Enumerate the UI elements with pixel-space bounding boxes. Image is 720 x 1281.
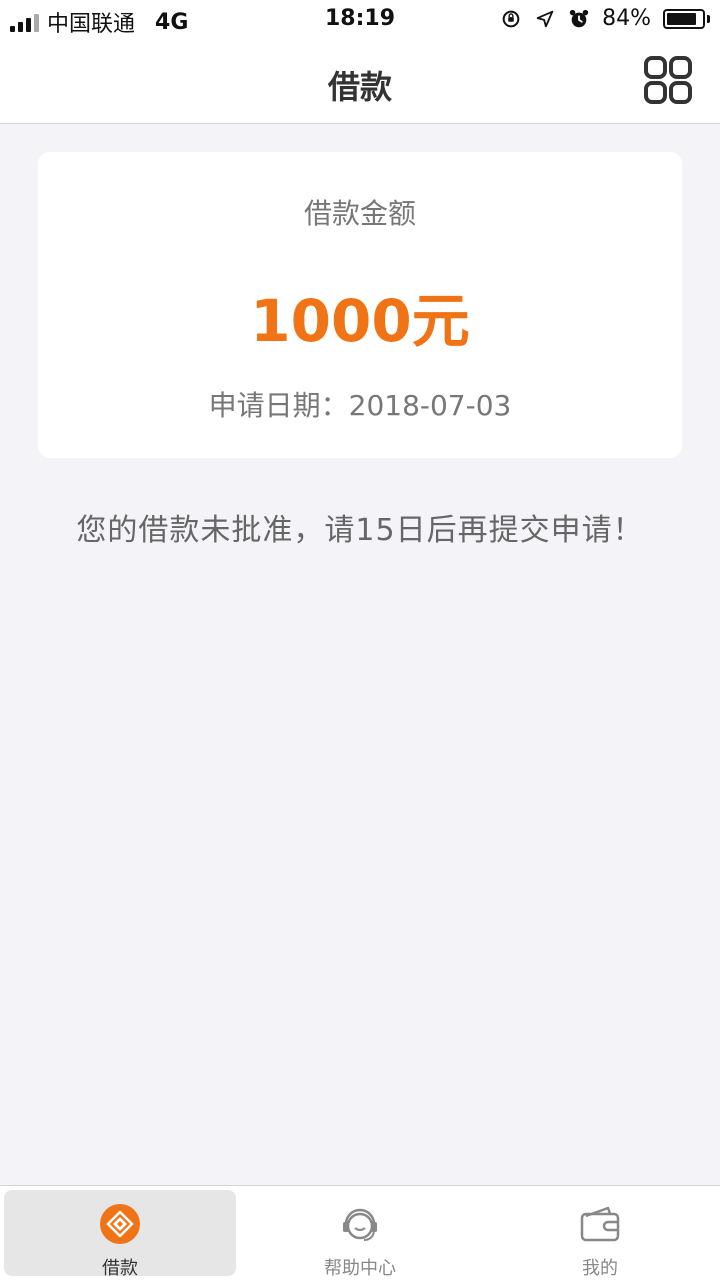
page-title: 借款 bbox=[327, 68, 392, 106]
tab-mine-label: 我的 bbox=[582, 1258, 618, 1279]
tab-help-center[interactable]: 帮助中心 bbox=[244, 1190, 476, 1279]
loan-amount-value: 1000元 bbox=[250, 287, 470, 355]
loan-card: 借款金额 1000元 申请日期：2018-07-03 bbox=[38, 152, 682, 458]
grid-menu-icon[interactable] bbox=[644, 56, 692, 104]
tab-loan[interactable]: 借款 bbox=[4, 1190, 236, 1279]
battery-icon bbox=[663, 8, 710, 29]
loan-icon bbox=[100, 1204, 140, 1244]
alarm-icon bbox=[569, 9, 589, 27]
tab-loan-label: 借款 bbox=[102, 1258, 138, 1279]
nav-bar: 借款 bbox=[0, 40, 720, 124]
status-right: 84% bbox=[500, 6, 710, 31]
location-icon bbox=[536, 10, 554, 27]
battery-percent: 84% bbox=[602, 6, 651, 31]
tab-bar: 借款 帮助中心 我的 bbox=[0, 1185, 720, 1281]
tab-mine[interactable]: 我的 bbox=[484, 1190, 716, 1279]
application-date: 申请日期：2018-07-03 bbox=[208, 389, 512, 422]
wallet-icon bbox=[580, 1206, 620, 1242]
status-bar: 中国联通 4G 18:19 84% bbox=[0, 0, 720, 40]
rotation-lock-icon bbox=[502, 10, 520, 27]
rejection-notice: 您的借款未批准，请15日后再提交申请！ bbox=[76, 513, 644, 548]
tab-help-center-label: 帮助中心 bbox=[324, 1258, 396, 1279]
headset-icon bbox=[343, 1208, 377, 1241]
loan-amount-label: 借款金额 bbox=[303, 197, 416, 230]
